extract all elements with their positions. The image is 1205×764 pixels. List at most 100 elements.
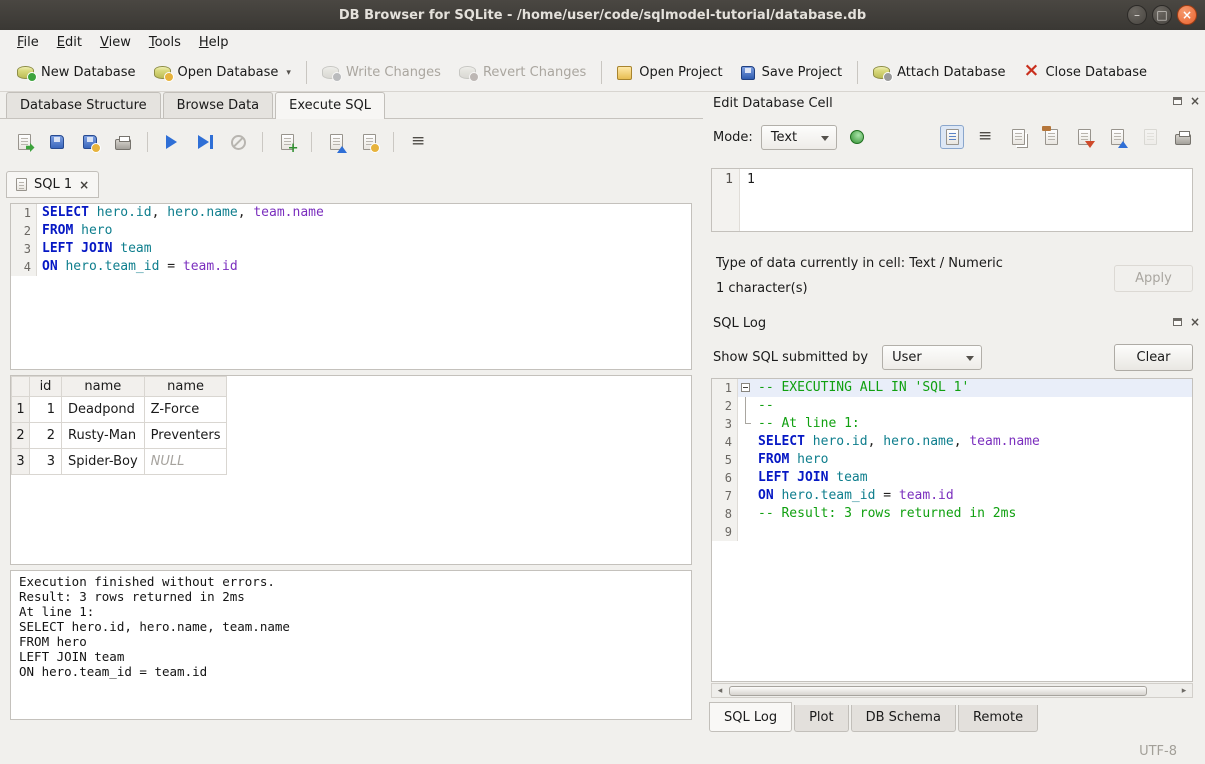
- edit-cell-toolbar: Mode: Text: [713, 122, 1195, 152]
- fold-marker-icon[interactable]: [741, 383, 750, 392]
- cell[interactable]: Preventers: [144, 423, 227, 449]
- code-line: 1SELECT hero.id, hero.name, team.name: [11, 204, 691, 222]
- open-database-button[interactable]: Open Database▾: [145, 59, 300, 86]
- cell[interactable]: Spider-Boy: [62, 449, 145, 475]
- titlebar[interactable]: DB Browser for SQLite - /home/user/code/…: [0, 0, 1205, 30]
- scroll-left-icon[interactable]: ◂: [712, 686, 728, 696]
- float-dock-icon[interactable]: [1173, 318, 1182, 326]
- open-sql-file-icon: [18, 134, 31, 150]
- menu-help[interactable]: Help: [190, 32, 238, 53]
- print-cell-button[interactable]: [1171, 125, 1195, 149]
- tab-browse-data[interactable]: Browse Data: [163, 92, 274, 118]
- export-cell-button[interactable]: [1105, 125, 1129, 149]
- open-project-button[interactable]: Open Project: [608, 59, 731, 86]
- stop-execution-button: [226, 130, 250, 154]
- close-tab-icon[interactable]: ×: [79, 178, 89, 192]
- save-sql-file-icon: [50, 135, 64, 149]
- tab-database-structure[interactable]: Database Structure: [6, 92, 161, 118]
- auto-switch-mode-icon: [850, 130, 864, 144]
- clear-button[interactable]: Clear: [1114, 344, 1193, 371]
- import-cell-button[interactable]: [1072, 125, 1096, 149]
- row-number[interactable]: 1: [12, 397, 30, 423]
- cell[interactable]: Z-Force: [144, 397, 227, 423]
- menu-edit[interactable]: Edit: [48, 32, 91, 53]
- sql-tab[interactable]: SQL 1 ×: [6, 171, 99, 198]
- cell-editor[interactable]: 1 1: [711, 168, 1193, 232]
- maximize-icon[interactable]: □: [1152, 5, 1172, 25]
- column-header-id[interactable]: id: [30, 377, 62, 397]
- cell[interactable]: Rusty-Man: [62, 423, 145, 449]
- paste-cell-button[interactable]: [1039, 125, 1063, 149]
- dropdown-arrow-icon[interactable]: ▾: [286, 68, 291, 78]
- scroll-right-icon[interactable]: ▸: [1176, 686, 1192, 696]
- close-window-icon[interactable]: ×: [1177, 5, 1197, 25]
- close-dock-icon[interactable]: ×: [1190, 97, 1200, 105]
- minimize-icon[interactable]: –: [1127, 5, 1147, 25]
- open-database-icon: [154, 66, 171, 79]
- menu-tools[interactable]: Tools: [140, 32, 190, 53]
- column-header-name[interactable]: name: [144, 377, 227, 397]
- code-line: 2FROM hero: [11, 222, 691, 240]
- save-project-icon: [741, 66, 755, 80]
- dock-tab-sql-log[interactable]: SQL Log: [709, 702, 792, 732]
- right-panel: Edit Database Cell × Mode: Text 1: [703, 92, 1205, 738]
- scrollbar-thumb[interactable]: [729, 686, 1147, 696]
- cell[interactable]: 1: [30, 397, 62, 423]
- cell[interactable]: Deadpond: [62, 397, 145, 423]
- save-project-button[interactable]: Save Project: [732, 59, 852, 86]
- dock-tab-db-schema[interactable]: DB Schema: [851, 705, 956, 732]
- cell-word-wrap-button[interactable]: [973, 125, 997, 149]
- mode-select[interactable]: Text: [761, 125, 837, 150]
- apply-button: Apply: [1114, 265, 1193, 292]
- code-line: 5FROM hero: [712, 451, 1192, 469]
- open-sql-file-button[interactable]: [12, 130, 36, 154]
- dock-tab-remote[interactable]: Remote: [958, 705, 1038, 732]
- sql-file-icon: [16, 178, 27, 191]
- execute-current-line-button[interactable]: [193, 130, 217, 154]
- revert-changes-button: Revert Changes: [450, 59, 595, 86]
- dock-tab-plot[interactable]: Plot: [794, 705, 849, 732]
- close-dock-icon[interactable]: ×: [1190, 318, 1200, 326]
- corner-header: [12, 377, 30, 397]
- execution-message: Execution finished without errors. Resul…: [11, 571, 691, 682]
- execute-current-line-icon: [197, 135, 214, 149]
- window-title: DB Browser for SQLite - /home/user/code/…: [339, 8, 866, 23]
- new-tab-icon: [281, 134, 294, 150]
- submitter-select[interactable]: User: [882, 345, 982, 370]
- save-sql-file-as-button[interactable]: [78, 130, 102, 154]
- toolbar-separator: [857, 61, 858, 84]
- auto-switch-mode-button[interactable]: [845, 125, 869, 149]
- cell[interactable]: 3: [30, 449, 62, 475]
- code-line: 8-- Result: 3 rows returned in 2ms: [712, 505, 1192, 523]
- menu-file[interactable]: File: [8, 32, 48, 53]
- open-sql-new-tab-button[interactable]: [275, 130, 299, 154]
- cell[interactable]: NULL: [144, 449, 227, 475]
- results-grid: idnamename11DeadpondZ-Force22Rusty-ManPr…: [10, 375, 692, 565]
- sql-log-view[interactable]: 1-- EXECUTING ALL IN 'SQL 1'2--3-- At li…: [711, 378, 1193, 682]
- menu-view[interactable]: View: [91, 32, 140, 53]
- save-results-button[interactable]: [357, 130, 381, 154]
- table-row: 33Spider-BoyNULL: [12, 449, 227, 475]
- tab-execute-sql[interactable]: Execute SQL: [275, 92, 385, 119]
- copy-cell-button[interactable]: [1006, 125, 1030, 149]
- export-results-button[interactable]: [324, 130, 348, 154]
- float-dock-icon[interactable]: [1173, 97, 1182, 105]
- row-number[interactable]: 2: [12, 423, 30, 449]
- log-horizontal-scrollbar[interactable]: ◂ ▸: [711, 683, 1193, 698]
- row-number[interactable]: 3: [12, 449, 30, 475]
- sql-tab-label: SQL 1: [34, 177, 72, 192]
- execute-all-button[interactable]: [160, 130, 184, 154]
- text-view-button[interactable]: [940, 125, 964, 149]
- sql-editor[interactable]: 1SELECT hero.id, hero.name, team.name2FR…: [10, 203, 692, 370]
- close-database-button[interactable]: Close Database: [1014, 59, 1156, 86]
- save-sql-file-button[interactable]: [45, 130, 69, 154]
- word-wrap-button[interactable]: [406, 130, 430, 154]
- attach-database-button[interactable]: Attach Database: [864, 59, 1014, 86]
- write-changes-icon: [322, 66, 339, 79]
- code-line: 3LEFT JOIN team: [11, 240, 691, 258]
- new-database-button[interactable]: New Database: [8, 59, 145, 86]
- cell[interactable]: 2: [30, 423, 62, 449]
- cell-type-info: Type of data currently in cell: Text / N…: [716, 256, 1003, 271]
- print-sql-button[interactable]: [111, 130, 135, 154]
- column-header-name[interactable]: name: [62, 377, 145, 397]
